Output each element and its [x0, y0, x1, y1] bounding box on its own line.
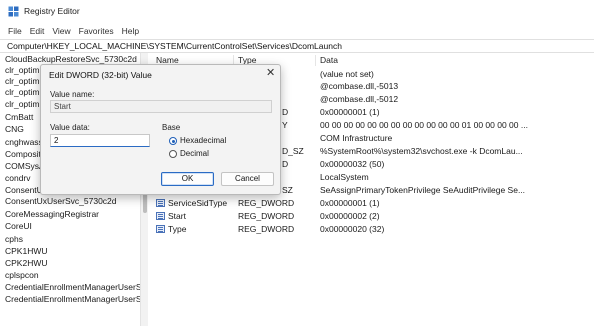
value-data[interactable]: 0x00000001 (1): [320, 198, 380, 209]
value-name[interactable]: Start: [168, 211, 186, 222]
tree-item[interactable]: CPK1HWU: [5, 246, 48, 257]
value-data[interactable]: LocalSystem: [320, 172, 369, 183]
address-bar[interactable]: Computer\HKEY_LOCAL_MACHINE\SYSTEM\Curre…: [0, 39, 594, 53]
value-data[interactable]: 0x00000001 (1): [320, 107, 380, 118]
tree-item[interactable]: cnghwassi: [5, 137, 45, 148]
column-divider[interactable]: [315, 55, 316, 66]
tree-item[interactable]: CoreMessagingRegistrar: [5, 209, 99, 220]
dialog-title: Edit DWORD (32-bit) Value: [49, 70, 152, 80]
menu-bar: File Edit View Favorites Help: [0, 24, 139, 38]
hexadecimal-label[interactable]: Hexadecimal: [180, 136, 226, 145]
registry-editor-icon: [8, 6, 19, 17]
title-bar: Registry Editor: [0, 0, 594, 22]
value-data[interactable]: %SystemRoot%\system32\svchost.exe -k Dco…: [320, 146, 523, 157]
value-data[interactable]: 0x00000002 (2): [320, 211, 380, 222]
window-title: Registry Editor: [24, 6, 80, 16]
edit-dword-dialog: Edit DWORD (32-bit) Value ✕ Value name: …: [40, 64, 281, 195]
value-name-field[interactable]: Start: [50, 100, 272, 113]
decimal-label[interactable]: Decimal: [180, 149, 209, 158]
tree-item[interactable]: CoreUI: [5, 221, 32, 232]
menu-favorites[interactable]: Favorites: [71, 24, 114, 38]
base-group-label: Base: [162, 123, 181, 132]
value-type[interactable]: D: [282, 159, 288, 170]
value-data[interactable]: 00 00 00 00 00 00 00 00 00 00 00 00 01 0…: [320, 120, 528, 131]
tree-item[interactable]: cphs: [5, 234, 23, 245]
value-type[interactable]: REG_DWORD: [238, 198, 294, 209]
ok-button[interactable]: OK: [161, 172, 214, 186]
decimal-radio[interactable]: [169, 150, 177, 158]
value-data-label: Value data:: [50, 123, 90, 132]
tree-item[interactable]: CredentialEnrollmentManagerUserSv: [5, 282, 140, 293]
value-data[interactable]: SeAssignPrimaryTokenPrivilege SeAuditPri…: [320, 185, 525, 196]
cancel-button[interactable]: Cancel: [221, 172, 274, 186]
tree-item[interactable]: condrv: [5, 173, 31, 184]
value-data[interactable]: @combase.dll,-5012: [320, 94, 398, 105]
value-type[interactable]: D: [282, 107, 288, 118]
menu-file[interactable]: File: [0, 24, 22, 38]
tree-item[interactable]: CPK2HWU: [5, 258, 48, 269]
value-data[interactable]: 0x00000032 (50): [320, 159, 384, 170]
tree-item[interactable]: CmBatt: [5, 112, 33, 123]
value-type[interactable]: REG_DWORD: [238, 211, 294, 222]
close-icon[interactable]: ✕: [266, 68, 275, 79]
value-data[interactable]: 0x00000020 (32): [320, 224, 384, 235]
value-type[interactable]: Y: [282, 120, 288, 131]
reg-dword-icon: [156, 199, 165, 207]
value-data-field[interactable]: 2: [50, 134, 150, 147]
value-data[interactable]: @combase.dll,-5013: [320, 81, 398, 92]
reg-dword-icon: [156, 225, 165, 233]
value-type[interactable]: D_SZ: [282, 146, 304, 157]
tree-item[interactable]: CNG: [5, 124, 24, 135]
value-name[interactable]: Type: [168, 224, 186, 235]
value-data[interactable]: COM Infrastructure: [320, 133, 392, 144]
column-header-data[interactable]: Data: [320, 55, 338, 65]
tree-item[interactable]: cplspcon: [5, 270, 39, 281]
value-name-label: Value name:: [50, 90, 95, 99]
menu-help[interactable]: Help: [114, 24, 139, 38]
menu-edit[interactable]: Edit: [22, 24, 45, 38]
value-name[interactable]: ServiceSidType: [168, 198, 227, 209]
value-type[interactable]: REG_DWORD: [238, 224, 294, 235]
registry-editor-window: Registry Editor File Edit View Favorites…: [0, 0, 594, 326]
value-data[interactable]: (value not set): [320, 69, 374, 80]
tree-item[interactable]: ConsentUxUserSvc_5730c2d: [5, 196, 117, 207]
tree-item[interactable]: CredentialEnrollmentManagerUserSv: [5, 294, 140, 305]
menu-view[interactable]: View: [44, 24, 70, 38]
value-type[interactable]: SZ: [282, 185, 293, 196]
hexadecimal-radio[interactable]: [169, 137, 177, 145]
reg-dword-icon: [156, 212, 165, 220]
